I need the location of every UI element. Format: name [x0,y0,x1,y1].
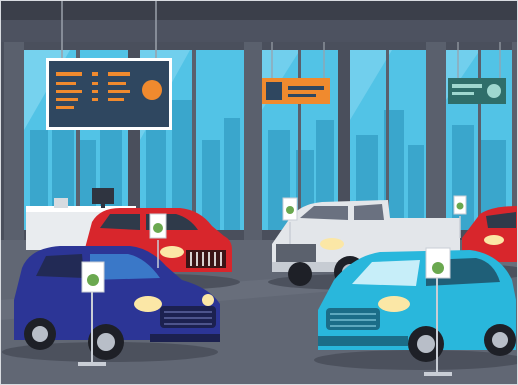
ceiling [0,0,518,20]
ceiling-beam [0,20,518,42]
grille [326,308,380,330]
grille [276,244,316,262]
showroom-scene [0,0,518,385]
grille [160,306,216,328]
board-badge-icon [142,80,162,100]
monitor-icon [92,188,114,204]
